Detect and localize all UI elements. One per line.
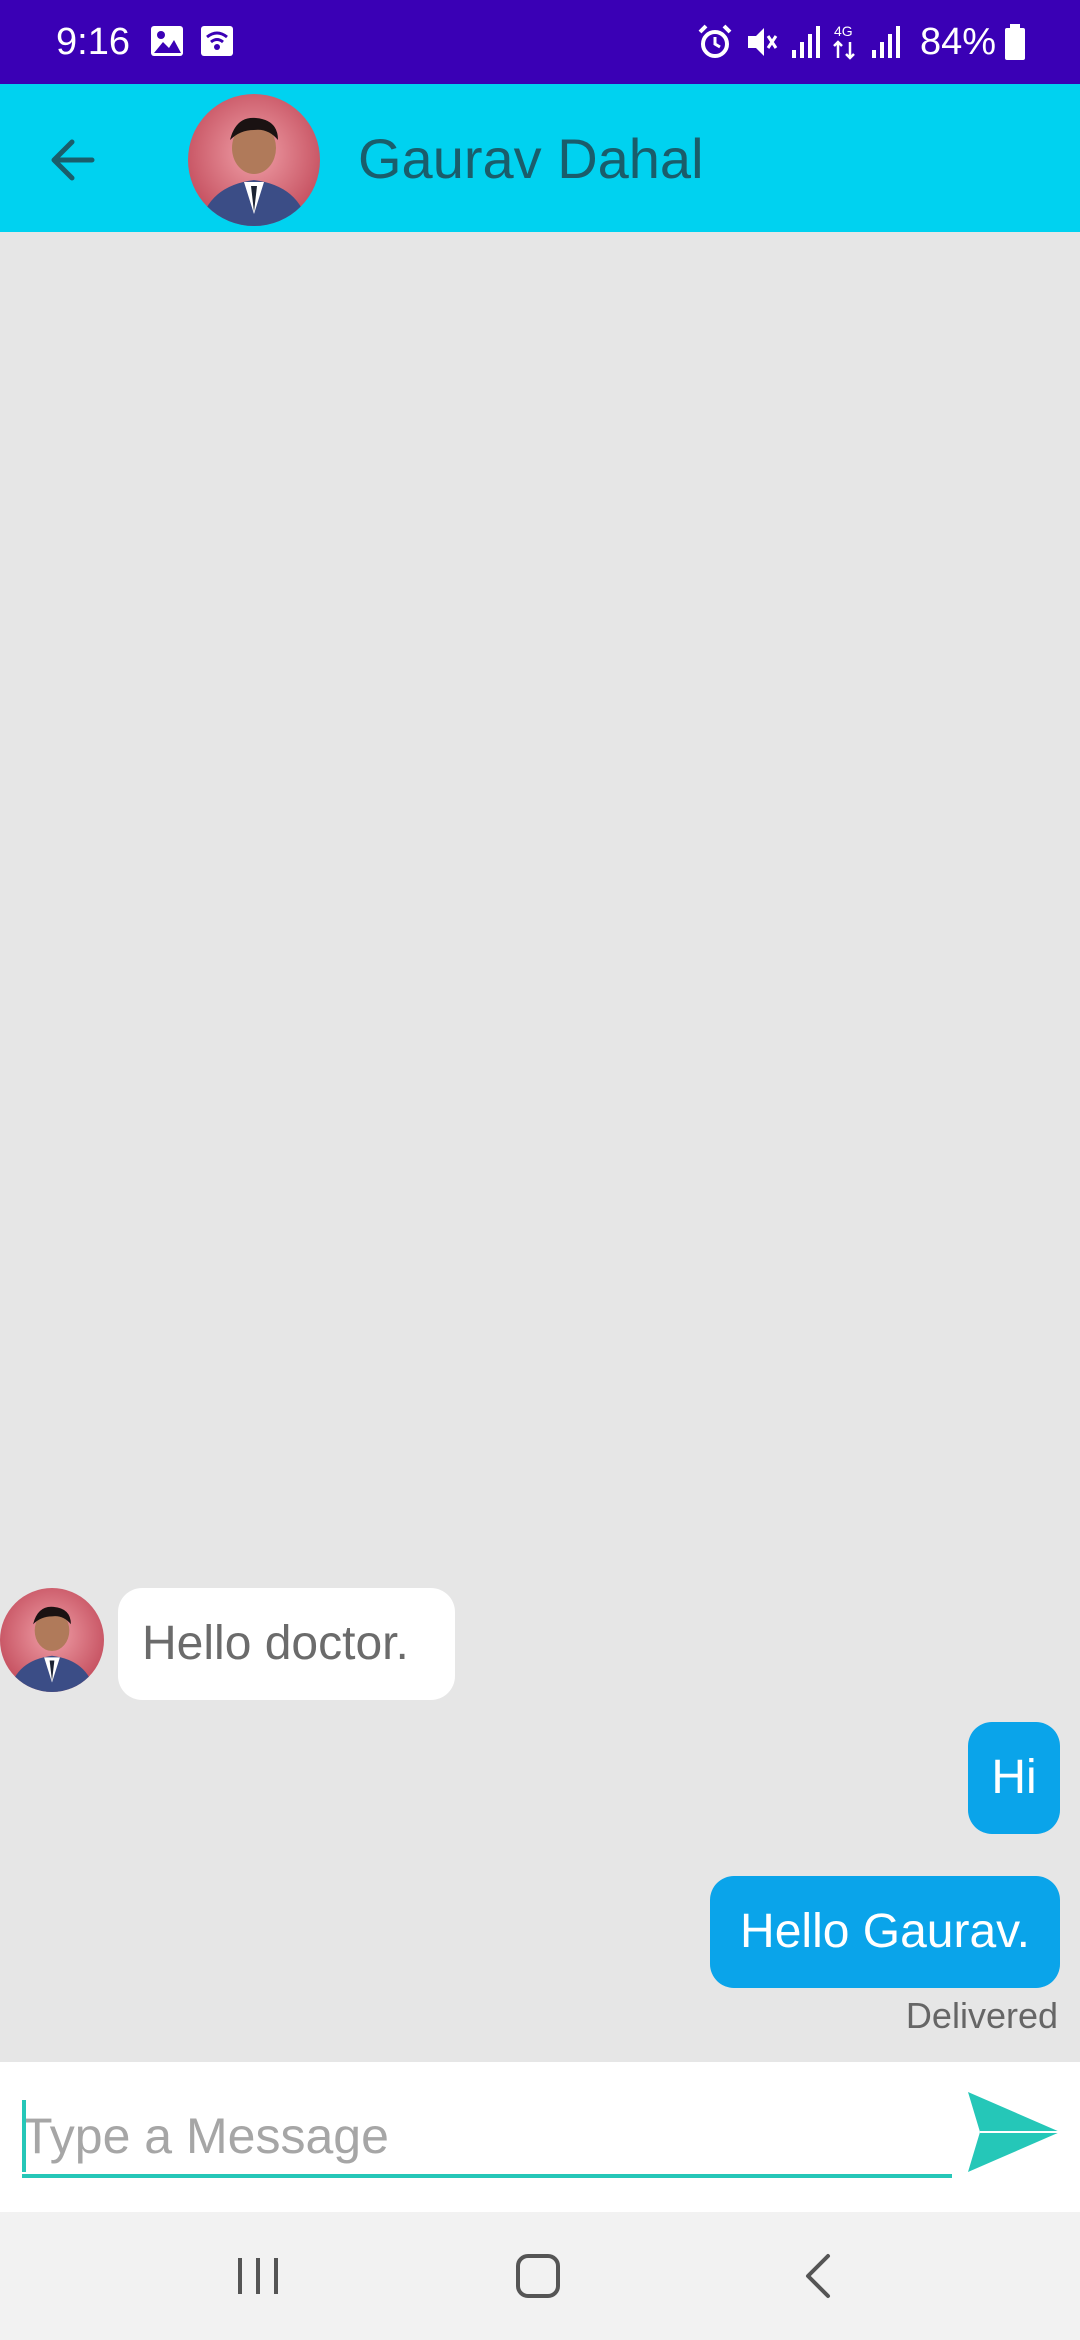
chat-area[interactable] xyxy=(0,232,1080,2062)
wifi-calling-icon xyxy=(201,26,233,56)
incoming-message-bubble[interactable]: Hello doctor. xyxy=(118,1588,455,1700)
message-composer xyxy=(0,2062,1080,2212)
4g-data-icon: 4G xyxy=(833,23,855,60)
mute-icon xyxy=(748,28,778,56)
status-time: 9:16 xyxy=(56,21,130,63)
contact-photo xyxy=(188,94,320,226)
outgoing-message-bubble[interactable]: Hi xyxy=(968,1722,1060,1834)
status-bar: 9:16 4G 84% xyxy=(0,0,1080,84)
signal-icon xyxy=(872,26,900,58)
contact-name: Gaurav Dahal xyxy=(358,127,704,190)
sender-photo xyxy=(0,1588,104,1692)
svg-text:4G: 4G xyxy=(834,23,853,39)
outgoing-message-bubble[interactable]: Hello Gaurav. xyxy=(710,1876,1060,1988)
battery-icon xyxy=(1005,24,1025,60)
text-cursor xyxy=(22,2100,26,2172)
message-input[interactable] xyxy=(22,2098,952,2178)
signal-icon xyxy=(792,26,820,58)
contact-avatar[interactable] xyxy=(188,94,320,226)
gallery-icon xyxy=(151,26,183,56)
recents-icon[interactable] xyxy=(226,2244,290,2308)
back-arrow-icon[interactable] xyxy=(36,124,108,196)
back-icon[interactable] xyxy=(788,2244,852,2308)
alarm-icon xyxy=(698,24,732,58)
battery-percentage: 84% xyxy=(920,21,997,63)
sender-avatar[interactable] xyxy=(0,1588,104,1692)
delivery-status: Delivered xyxy=(905,1995,1058,2036)
app-bar: Gaurav Dahal xyxy=(0,84,1080,232)
home-icon[interactable] xyxy=(506,2244,570,2308)
system-navigation-bar xyxy=(0,2212,1080,2340)
send-icon[interactable] xyxy=(966,2090,1062,2174)
